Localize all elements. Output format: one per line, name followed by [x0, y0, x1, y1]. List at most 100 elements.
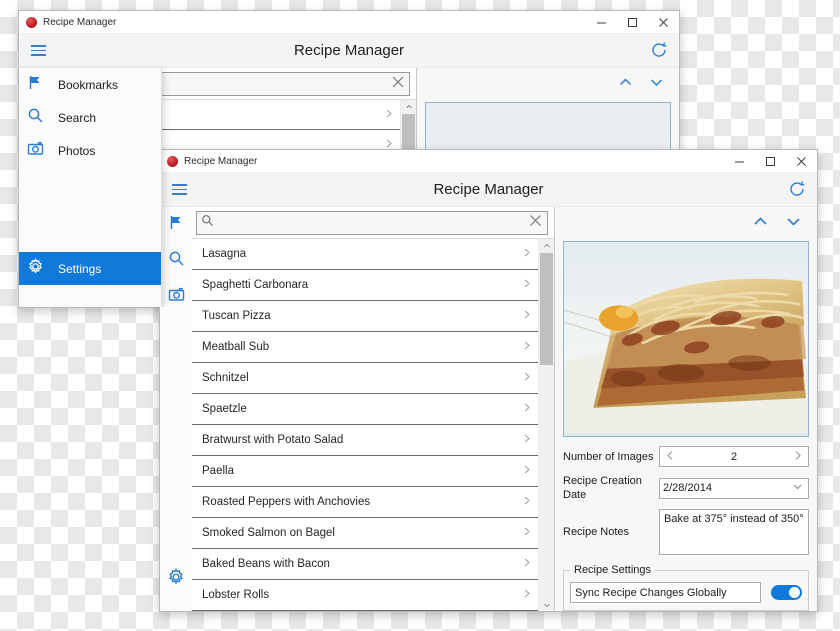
list-item[interactable]: Schnitzel — [192, 363, 538, 394]
recipe-creation-date-value: 2/28/2014 — [663, 482, 712, 494]
sidebar-item-settings[interactable]: Settings — [19, 252, 161, 285]
clear-icon[interactable] — [528, 213, 543, 233]
recipe-creation-date-field[interactable]: 2/28/2014 — [659, 477, 809, 499]
recipe-list[interactable]: Lasagna Spaghetti Carbonara Tuscan Pizza Me… — [192, 239, 538, 611]
recipe-settings-group: Recipe Settings Sync Recipe Changes Glob… — [563, 564, 809, 611]
hamburger-icon[interactable] — [160, 173, 198, 206]
window-one-photo-nav — [417, 68, 679, 102]
scroll-down-icon[interactable] — [539, 598, 554, 611]
flag-icon — [168, 214, 185, 236]
list-item-label: Lobster Rolls — [202, 589, 270, 601]
chevron-right-icon — [383, 106, 394, 124]
recipe-creation-date-row: Recipe Creation Date 2/28/2014 — [563, 474, 809, 502]
recipe-notes-label: Recipe Notes — [563, 526, 630, 538]
list-item-label: Paella — [202, 465, 234, 477]
window-two-body: Lasagna Spaghetti Carbonara Tuscan Pizza Me… — [160, 207, 817, 611]
minimize-button[interactable] — [586, 11, 617, 33]
list-item[interactable]: Lobster Rolls — [192, 580, 538, 611]
window-two-search-box[interactable] — [196, 211, 548, 235]
chevron-down-icon[interactable] — [792, 481, 803, 495]
scroll-up-icon[interactable] — [401, 100, 416, 113]
list-item[interactable]: Bratwurst with Potato Salad — [192, 425, 538, 456]
window-two-page-title: Recipe Manager — [433, 181, 544, 198]
chevron-right-icon — [521, 307, 532, 325]
chevron-right-icon — [521, 555, 532, 573]
lasagna-photo[interactable] — [563, 240, 809, 437]
chevron-right-icon — [521, 400, 532, 418]
sidebar-item-bookmarks[interactable] — [160, 207, 192, 243]
recipe-notes-field[interactable]: Bake at 375° instead of 350° — [659, 509, 809, 555]
recipe-detail-form: Number of Images 2 Recipe Creation Date — [555, 437, 817, 562]
sync-recipe-changes-label[interactable]: Sync Recipe Changes Globally — [570, 582, 761, 603]
close-button[interactable] — [648, 11, 679, 33]
recipe-list-scrollbar[interactable] — [538, 239, 554, 611]
list-item[interactable]: Tuscan Pizza — [192, 301, 538, 332]
search-icon — [201, 214, 214, 232]
sidebar-item-bookmarks[interactable]: Bookmarks — [19, 68, 161, 101]
scroll-up-icon[interactable] — [539, 239, 554, 252]
hamburger-icon[interactable] — [19, 34, 57, 67]
sidebar-item-label: Photos — [58, 143, 96, 158]
maximize-button[interactable] — [755, 150, 786, 172]
recipe-notes-row: Recipe Notes Bake at 375° instead of 350… — [563, 509, 809, 555]
refresh-icon[interactable] — [649, 40, 669, 60]
list-item[interactable]: Meatball Sub — [192, 332, 538, 363]
list-item-label: Spaetzle — [202, 403, 247, 415]
gear-icon — [27, 257, 44, 280]
list-item-label: Tuscan Pizza — [202, 310, 271, 322]
app-icon — [26, 16, 37, 28]
chevron-right-icon[interactable] — [792, 450, 803, 464]
number-of-images-row: Number of Images 2 — [563, 446, 809, 467]
number-of-images-label: Number of Images — [563, 450, 654, 463]
sidebar-item-search[interactable] — [160, 243, 192, 279]
chevron-up-icon[interactable] — [751, 212, 770, 236]
chevron-down-icon[interactable] — [648, 74, 665, 96]
list-item[interactable]: Spaghetti Carbonara — [192, 270, 538, 301]
app-icon — [167, 155, 178, 167]
chevron-left-icon[interactable] — [665, 450, 676, 464]
window-two-search-row — [192, 207, 554, 238]
list-item[interactable]: Roasted Peppers with Anchovies — [192, 487, 538, 518]
refresh-icon[interactable] — [787, 179, 807, 199]
sidebar-item-search[interactable]: Search — [19, 101, 161, 134]
sync-recipe-changes-toggle[interactable] — [771, 585, 802, 600]
window-two-list-wrap: Lasagna Spaghetti Carbonara Tuscan Pizza Me… — [192, 238, 554, 611]
window-one-app-header: Recipe Manager — [19, 34, 679, 68]
window-one-controls — [586, 11, 679, 33]
list-item[interactable]: Spaetzle — [192, 394, 538, 425]
chevron-right-icon — [521, 524, 532, 542]
chevron-down-icon[interactable] — [784, 212, 803, 236]
list-item[interactable]: Lasagna — [192, 239, 538, 270]
photo-nav-row — [555, 207, 817, 241]
search-input[interactable] — [214, 217, 528, 229]
number-of-images-stepper[interactable]: 2 — [659, 446, 809, 467]
sidebar-item-photos[interactable]: Photos — [19, 134, 161, 167]
gear-icon — [167, 567, 185, 591]
list-item[interactable]: Smoked Salmon on Bagel — [192, 518, 538, 549]
chevron-right-icon — [521, 276, 532, 294]
list-item-label: Bratwurst with Potato Salad — [202, 434, 344, 446]
window-two-detail-pane: Number of Images 2 Recipe Creation Date — [554, 207, 817, 611]
chevron-right-icon — [521, 338, 532, 356]
window-one-title: Recipe Manager — [43, 16, 117, 28]
sidebar-item-label: Search — [58, 110, 97, 125]
list-item[interactable]: Paella — [192, 456, 538, 487]
recipe-settings-legend: Recipe Settings — [574, 564, 652, 576]
clear-icon[interactable] — [391, 75, 405, 94]
list-item-label: Lasagna — [202, 248, 247, 260]
window-two-titlebar[interactable]: Recipe Manager — [160, 150, 817, 173]
close-button[interactable] — [786, 150, 817, 172]
recipe-manager-window-focused[interactable]: Recipe Manager Recipe Manager Lasagna Sp… — [159, 149, 818, 612]
chevron-right-icon — [521, 431, 532, 449]
chevron-up-icon[interactable] — [617, 74, 634, 96]
toggle-knob — [789, 587, 800, 598]
window-one-titlebar[interactable]: Recipe Manager — [19, 11, 679, 34]
minimize-button[interactable] — [724, 150, 755, 172]
sidebar-item-photos[interactable] — [160, 279, 192, 315]
scrollbar-thumb[interactable] — [540, 253, 553, 365]
list-item[interactable]: Baked Beans with Bacon — [192, 549, 538, 580]
list-item-label: Meatball Sub — [202, 341, 270, 353]
search-icon — [168, 250, 185, 272]
sidebar-item-settings[interactable] — [160, 561, 192, 597]
maximize-button[interactable] — [617, 11, 648, 33]
